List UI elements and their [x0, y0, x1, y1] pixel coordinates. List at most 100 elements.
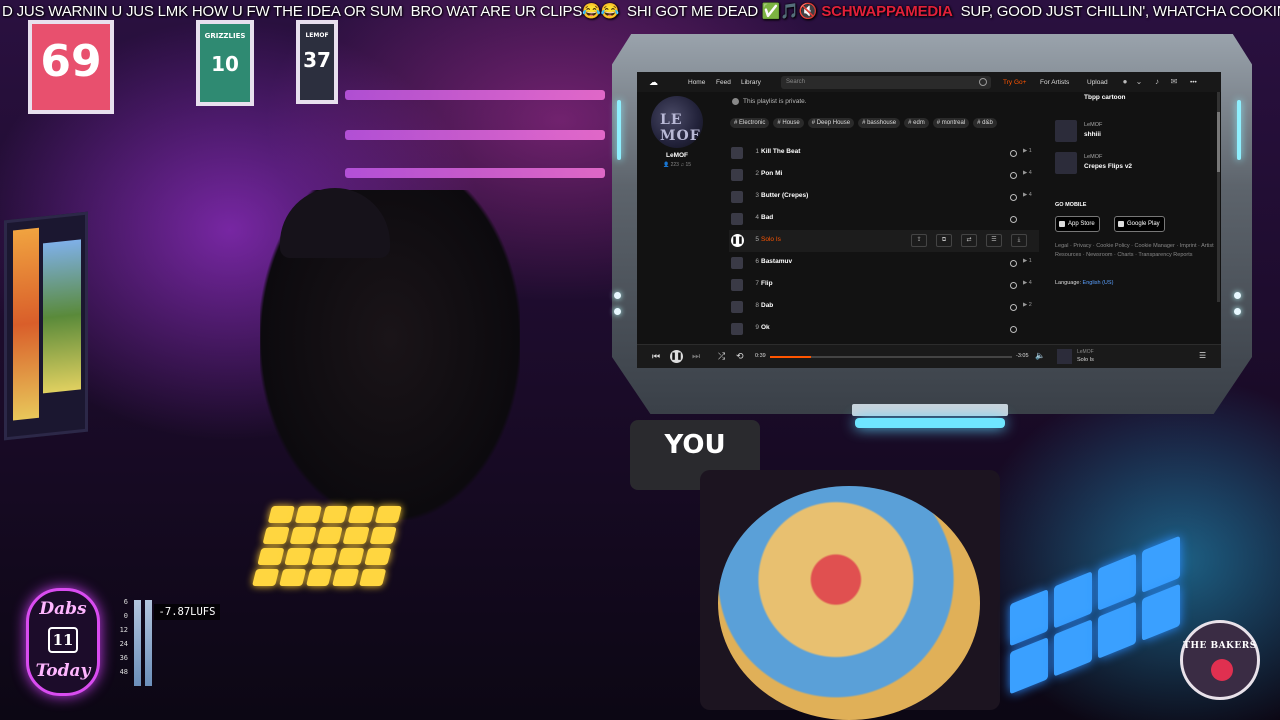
tag-chip[interactable]: # d&b: [973, 118, 997, 128]
related-item[interactable]: Tbpp cartoon: [1055, 92, 1215, 116]
now-playing-artwork[interactable]: [1057, 349, 1072, 364]
related-artist[interactable]: LeMOF: [1084, 122, 1102, 128]
track-artwork: [731, 257, 743, 269]
track-artwork: [731, 213, 743, 225]
queue-icon[interactable]: ☰: [1199, 351, 1206, 361]
mail-icon[interactable]: ✉: [1170, 78, 1178, 86]
track-title[interactable]: Butter (Crepes): [761, 192, 808, 199]
track-row[interactable]: 7 Flip ▶ 4: [729, 274, 1039, 296]
track-title[interactable]: Flip: [761, 280, 773, 287]
next-icon[interactable]: ⏭: [692, 351, 700, 361]
nav-library[interactable]: Library: [741, 79, 761, 86]
track-row[interactable]: 3 Butter (Crepes) ▶ 4: [729, 186, 1039, 208]
previous-icon[interactable]: ⏮: [652, 351, 660, 361]
soundcloud-logo-icon[interactable]: ☁: [649, 77, 671, 87]
upload-link[interactable]: Upload: [1087, 79, 1108, 86]
pause-icon[interactable]: ❚❚: [731, 234, 744, 247]
track-title[interactable]: Dab: [761, 302, 773, 309]
track-number: 9: [755, 324, 759, 331]
chat-message: SUP, GOOD JUST CHILLIN', WHATCHA COOKING…: [960, 3, 1280, 20]
add-to-playlist-icon[interactable]: ☰: [986, 234, 1002, 247]
try-next-link[interactable]: Try Go+: [1003, 79, 1026, 86]
language-label: Language:: [1055, 280, 1081, 286]
bezel-dot: [1234, 308, 1241, 315]
tag-chip[interactable]: # basshouse: [858, 118, 901, 128]
related-title[interactable]: shhiii: [1084, 131, 1101, 138]
volume-icon[interactable]: 🔈: [1035, 351, 1045, 361]
related-title[interactable]: Tbpp cartoon: [1084, 94, 1126, 101]
track-row-active[interactable]: ❚❚ 5 Solo Is ⇪ ⧉ ⇄ ☰ ⤓: [729, 230, 1039, 252]
chevron-down-icon[interactable]: ⌄: [1135, 78, 1143, 86]
track-menu-icon[interactable]: [1010, 260, 1017, 267]
nav-feed[interactable]: Feed: [716, 79, 731, 86]
bezel-light: [617, 100, 621, 160]
tag-chip[interactable]: # Deep House: [807, 118, 855, 128]
scrollbar-thumb[interactable]: [1217, 112, 1220, 172]
footer-links[interactable]: Legal · Privacy · Cookie Policy · Cookie…: [1055, 242, 1215, 260]
repost-icon[interactable]: ⇄: [961, 234, 977, 247]
related-artwork: [1055, 152, 1077, 174]
download-icon[interactable]: ⤓: [1011, 234, 1027, 247]
scrollbar[interactable]: [1217, 92, 1220, 302]
track-artwork: [731, 169, 743, 181]
progress-bar[interactable]: [770, 356, 1012, 358]
bell-icon[interactable]: ♪: [1153, 78, 1161, 86]
for-artists-link[interactable]: For Artists: [1040, 79, 1069, 86]
related-artist[interactable]: LeMOF: [1084, 154, 1102, 160]
track-menu-icon[interactable]: [1010, 150, 1017, 157]
track-title[interactable]: Ok: [761, 324, 770, 331]
now-playing-title[interactable]: Solo Is: [1077, 357, 1094, 363]
tag-chip[interactable]: # House: [773, 118, 804, 128]
related-item[interactable]: LeMOF Crepes Flips v2: [1055, 148, 1215, 180]
track-row[interactable]: 2 Pon Mi ▶ 4: [729, 164, 1039, 186]
track-menu-icon[interactable]: [1010, 304, 1017, 311]
loudness-meter: 6 0 12 24 36 48 -7.87LUFS: [104, 598, 224, 688]
repeat-icon[interactable]: ⟲: [736, 351, 744, 361]
track-number: 1: [755, 148, 759, 155]
track-title[interactable]: Bastamuv: [761, 258, 792, 265]
more-menu-button[interactable]: •••: [1190, 79, 1197, 86]
lufs-readout: -7.87LUFS: [154, 604, 220, 620]
track-row[interactable]: 1 Kill The Beat ▶ 1: [729, 142, 1039, 164]
track-title[interactable]: Bad: [761, 214, 773, 221]
track-row[interactable]: 9 Ok: [729, 318, 1039, 340]
track-menu-icon[interactable]: [1010, 216, 1017, 223]
track-plays: ▶ 4: [1023, 280, 1032, 286]
now-playing-artist[interactable]: LeMOF: [1077, 349, 1094, 355]
pause-icon[interactable]: ❚❚: [670, 350, 683, 363]
track-menu-icon[interactable]: [1010, 172, 1017, 179]
copy-link-icon[interactable]: ⧉: [936, 234, 952, 247]
shuffle-icon[interactable]: ⤮: [718, 351, 725, 361]
lock-icon: [732, 98, 739, 105]
track-title[interactable]: Solo Is: [761, 236, 781, 243]
tag-chip[interactable]: # edm: [904, 118, 929, 128]
tag-list: # Electronic # House # Deep House # bass…: [730, 118, 997, 128]
avatar[interactable]: ●: [1121, 78, 1129, 86]
artist-name[interactable]: LeMOF: [647, 152, 707, 159]
track-row[interactable]: 8 Dab ▶ 2: [729, 296, 1039, 318]
track-menu-icon[interactable]: [1010, 194, 1017, 201]
track-menu-icon[interactable]: [1010, 326, 1017, 333]
track-artwork: [731, 301, 743, 313]
language-selector[interactable]: Language: English (US): [1055, 280, 1113, 286]
search-input[interactable]: Search: [781, 76, 991, 89]
related-title[interactable]: Crepes Flips v2: [1084, 163, 1132, 170]
language-value[interactable]: English (US): [1083, 280, 1114, 286]
track-menu-icon[interactable]: [1010, 282, 1017, 289]
playlist-artwork[interactable]: LE MOF: [651, 96, 703, 148]
track-row[interactable]: 6 Bastamuv ▶ 1: [729, 252, 1039, 274]
track-title[interactable]: Kill The Beat: [761, 148, 800, 155]
track-title[interactable]: Pon Mi: [761, 170, 782, 177]
share-icon[interactable]: ⇪: [911, 234, 927, 247]
chat-message: BRO WAT ARE UR CLIPS😂😂: [410, 3, 620, 20]
track-row[interactable]: 4 Bad: [729, 208, 1039, 230]
tag-chip[interactable]: # montreal: [932, 118, 970, 128]
jersey-name: LEMOF: [305, 32, 329, 39]
nav-home[interactable]: Home: [688, 79, 705, 86]
jersey-number: 10: [211, 52, 239, 76]
tag-chip[interactable]: # Electronic: [730, 118, 770, 128]
app-store-button[interactable]: App Store: [1055, 216, 1100, 232]
google-play-button[interactable]: Google Play: [1114, 216, 1165, 232]
search-icon[interactable]: [979, 78, 987, 86]
related-item[interactable]: LeMOF shhiii: [1055, 116, 1215, 148]
